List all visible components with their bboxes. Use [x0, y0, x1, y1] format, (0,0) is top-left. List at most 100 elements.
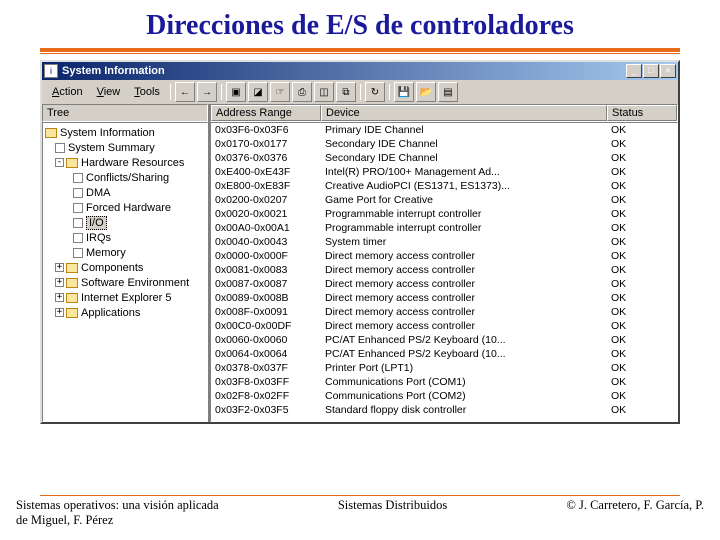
cell-address: 0x00C0-0x00DF	[211, 319, 321, 333]
cell-address: 0xE400-0xE43F	[211, 165, 321, 179]
menu-action[interactable]: Action	[46, 85, 89, 99]
tree-view[interactable]: System Information System Summary -Hardw…	[42, 122, 208, 422]
tree-node[interactable]: +Components	[43, 260, 207, 275]
cell-address: 0x03F2-0x03F5	[211, 403, 321, 417]
table-row[interactable]: 0x0081-0x0083Direct memory access contro…	[211, 263, 677, 277]
close-button[interactable]: ×	[660, 64, 676, 78]
tree-node[interactable]: -Hardware Resources	[43, 155, 207, 170]
toolbar-icon[interactable]: ◫	[314, 82, 334, 102]
tree-node[interactable]: +Applications	[43, 305, 207, 320]
table-body[interactable]: 0x03F6-0x03F6Primary IDE ChannelOK0x0170…	[210, 122, 678, 422]
col-device[interactable]: Device	[321, 105, 607, 121]
cell-device: Direct memory access controller	[321, 305, 607, 319]
cell-device: Communications Port (COM2)	[321, 389, 607, 403]
titlebar[interactable]: i System Information _ □ ×	[42, 62, 678, 80]
cell-device: Game Port for Creative	[321, 193, 607, 207]
table-row[interactable]: 0x0200-0x0207Game Port for CreativeOK	[211, 193, 677, 207]
back-button[interactable]: ←	[175, 82, 195, 102]
forward-button[interactable]: →	[197, 82, 217, 102]
page-icon	[55, 143, 65, 153]
toolbar-icon[interactable]: ▤	[438, 82, 458, 102]
tree-node[interactable]: Forced Hardware	[43, 200, 207, 215]
expand-icon[interactable]: +	[55, 278, 64, 287]
col-status[interactable]: Status	[607, 105, 677, 121]
refresh-icon[interactable]: ↻	[365, 82, 385, 102]
toolbar-icon[interactable]: ⧉	[336, 82, 356, 102]
table-row[interactable]: 0x0170-0x0177Secondary IDE ChannelOK	[211, 137, 677, 151]
save-icon[interactable]: 💾	[394, 82, 414, 102]
cell-address: 0x03F8-0x03FF	[211, 375, 321, 389]
table-row[interactable]: 0x0378-0x037FPrinter Port (LPT1)OK	[211, 361, 677, 375]
page-icon	[73, 173, 83, 183]
table-row[interactable]: 0x0087-0x0087Direct memory access contro…	[211, 277, 677, 291]
cell-status: OK	[607, 249, 677, 263]
table-row[interactable]: 0x0064-0x0064PC/AT Enhanced PS/2 Keyboar…	[211, 347, 677, 361]
cell-status: OK	[607, 193, 677, 207]
cell-device: Direct memory access controller	[321, 291, 607, 305]
table-row[interactable]: 0x0089-0x008BDirect memory access contro…	[211, 291, 677, 305]
rule-top-thin	[40, 53, 680, 54]
table-row[interactable]: 0x008F-0x0091Direct memory access contro…	[211, 305, 677, 319]
col-address[interactable]: Address Range	[211, 105, 321, 121]
table-row[interactable]: 0x03F8-0x03FFCommunications Port (COM1)O…	[211, 375, 677, 389]
cell-device: System timer	[321, 235, 607, 249]
menu-view[interactable]: View	[91, 85, 127, 99]
properties-icon[interactable]: ☞	[270, 82, 290, 102]
footer-center: Sistemas Distribuidos	[338, 498, 447, 528]
page-icon	[73, 188, 83, 198]
toolbar-icon[interactable]: ◪	[248, 82, 268, 102]
cell-device: Secondary IDE Channel	[321, 137, 607, 151]
rule-top	[40, 48, 680, 52]
table-row[interactable]: 0x00A0-0x00A1Programmable interrupt cont…	[211, 221, 677, 235]
cell-address: 0xE800-0xE83F	[211, 179, 321, 193]
tree-root[interactable]: System Information	[43, 125, 207, 140]
tree-node-selected[interactable]: I/O	[43, 215, 207, 230]
open-icon[interactable]: 📂	[416, 82, 436, 102]
cell-status: OK	[607, 361, 677, 375]
cell-device: Direct memory access controller	[321, 249, 607, 263]
folder-icon	[66, 308, 78, 318]
tree-node[interactable]: +Internet Explorer 5	[43, 290, 207, 305]
minimize-button[interactable]: _	[626, 64, 642, 78]
collapse-icon[interactable]: -	[55, 158, 64, 167]
cell-status: OK	[607, 291, 677, 305]
menu-tools[interactable]: Tools	[128, 85, 166, 99]
tree-node[interactable]: System Summary	[43, 140, 207, 155]
table-row[interactable]: 0x00C0-0x00DFDirect memory access contro…	[211, 319, 677, 333]
tree-node[interactable]: Conflicts/Sharing	[43, 170, 207, 185]
cell-device: Direct memory access controller	[321, 277, 607, 291]
table-row[interactable]: 0x03F6-0x03F6Primary IDE ChannelOK	[211, 123, 677, 137]
cell-status: OK	[607, 347, 677, 361]
tree-node[interactable]: IRQs	[43, 230, 207, 245]
table-row[interactable]: 0xE800-0xE83FCreative AudioPCI (ES1371, …	[211, 179, 677, 193]
cell-address: 0x0040-0x0043	[211, 235, 321, 249]
page-icon	[73, 233, 83, 243]
expand-icon[interactable]: +	[55, 308, 64, 317]
cell-device: Direct memory access controller	[321, 263, 607, 277]
table-row[interactable]: 0x02F8-0x02FFCommunications Port (COM2)O…	[211, 389, 677, 403]
tree-node[interactable]: +Software Environment	[43, 275, 207, 290]
cell-status: OK	[607, 305, 677, 319]
expand-icon[interactable]: +	[55, 263, 64, 272]
table-row[interactable]: 0x0376-0x0376Secondary IDE ChannelOK	[211, 151, 677, 165]
cell-device: Primary IDE Channel	[321, 123, 607, 137]
cell-device: Communications Port (COM1)	[321, 375, 607, 389]
table-row[interactable]: 0x0000-0x000FDirect memory access contro…	[211, 249, 677, 263]
tree-node[interactable]: Memory	[43, 245, 207, 260]
cell-status: OK	[607, 165, 677, 179]
expand-icon[interactable]: +	[55, 293, 64, 302]
cell-status: OK	[607, 389, 677, 403]
toolbar-icon[interactable]: ▣	[226, 82, 246, 102]
maximize-button[interactable]: □	[643, 64, 659, 78]
print-icon[interactable]: ⎙	[292, 82, 312, 102]
table-row[interactable]: 0x0040-0x0043System timerOK	[211, 235, 677, 249]
table-row[interactable]: 0x03F2-0x03F5Standard floppy disk contro…	[211, 403, 677, 417]
page-icon	[73, 218, 83, 228]
table-row[interactable]: 0xE400-0xE43FIntel(R) PRO/100+ Managemen…	[211, 165, 677, 179]
cell-device: PC/AT Enhanced PS/2 Keyboard (10...	[321, 347, 607, 361]
window-title: System Information	[62, 65, 626, 77]
table-row[interactable]: 0x0020-0x0021Programmable interrupt cont…	[211, 207, 677, 221]
tree-node[interactable]: DMA	[43, 185, 207, 200]
cell-status: OK	[607, 123, 677, 137]
table-row[interactable]: 0x0060-0x0060PC/AT Enhanced PS/2 Keyboar…	[211, 333, 677, 347]
